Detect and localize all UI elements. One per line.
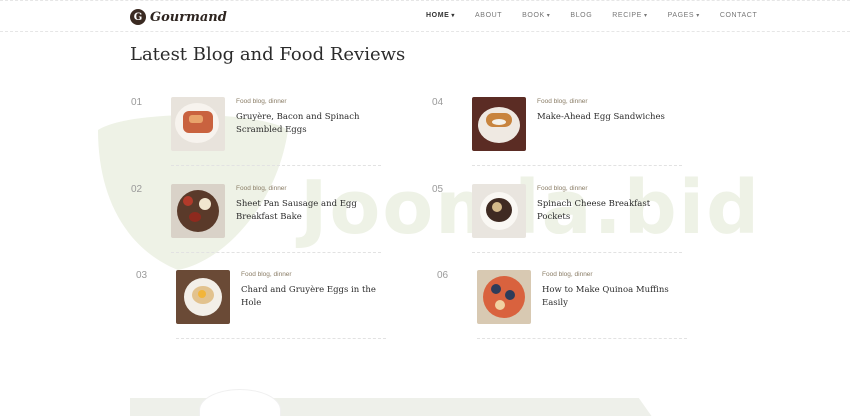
post-title[interactable]: Gruyère, Bacon and Spinach Scrambled Egg… [236, 111, 381, 137]
divider [472, 165, 682, 166]
site-header: G Gourmand HOME ▾ ABOUT BOOK ▾ BLOG RECIPE… [0, 0, 850, 32]
nav-label: BLOG [570, 12, 593, 19]
divider [472, 252, 682, 253]
divider [477, 338, 687, 339]
section-title: Latest Blog and Food Reviews [130, 44, 406, 65]
post-meta[interactable]: Food blog, dinner [537, 185, 588, 192]
chef-hat-illustration [200, 390, 280, 416]
post-meta[interactable]: Food blog, dinner [236, 98, 287, 105]
post-thumbnail[interactable] [477, 270, 531, 324]
nav-item-recipe[interactable]: RECIPE ▾ [612, 12, 647, 19]
post-thumbnail[interactable] [171, 184, 225, 238]
post-thumbnail[interactable] [472, 97, 526, 151]
blog-card: 01 Food blog, dinner Gruyère, Bacon and … [131, 97, 381, 173]
chevron-down-icon: ▾ [546, 13, 551, 19]
blog-card: 02 Food blog, dinner Sheet Pan Sausage a… [131, 184, 381, 260]
chef-hat-icon: G [130, 9, 146, 25]
post-meta[interactable]: Food blog, dinner [542, 271, 593, 278]
chevron-down-icon: ▾ [696, 13, 700, 19]
nav-label: CONTACT [719, 12, 758, 19]
divider [171, 165, 381, 166]
post-title[interactable]: Sheet Pan Sausage and Egg Breakfast Bake [236, 198, 381, 224]
post-thumbnail[interactable] [171, 97, 225, 151]
post-title[interactable]: Chard and Gruyère Eggs in the Hole [241, 284, 386, 310]
chevron-down-icon: ▾ [451, 13, 456, 19]
post-meta[interactable]: Food blog, dinner [241, 271, 292, 278]
nav-label: PAGES [667, 12, 695, 19]
nav-item-blog[interactable]: BLOG [570, 12, 592, 19]
post-meta[interactable]: Food blog, dinner [537, 98, 588, 105]
nav-item-home[interactable]: HOME ▾ [426, 12, 455, 19]
blog-card: 03 Food blog, dinner Chard and Gruyère E… [136, 270, 386, 346]
chevron-down-icon: ▾ [643, 13, 648, 19]
nav-item-book[interactable]: BOOK ▾ [522, 12, 550, 19]
brand-name: Gourmand [150, 9, 227, 25]
divider [176, 338, 386, 339]
blog-card: 05 Food blog, dinner Spinach Cheese Brea… [432, 184, 682, 260]
post-title[interactable]: Make-Ahead Egg Sandwiches [537, 111, 682, 124]
post-thumbnail[interactable] [176, 270, 230, 324]
brand-logo[interactable]: G Gourmand [130, 9, 227, 25]
nav-item-pages[interactable]: PAGES ▾ [668, 12, 700, 19]
nav-label: BOOK [522, 12, 545, 19]
nav-item-contact[interactable]: CONTACT [720, 12, 758, 19]
post-number: 01 [131, 97, 143, 108]
post-number: 03 [136, 270, 148, 281]
nav-item-about[interactable]: ABOUT [475, 12, 502, 19]
blog-card: 06 Food blog, dinner How to Make Quinoa … [437, 270, 687, 346]
post-number: 06 [437, 270, 449, 281]
post-title[interactable]: Spinach Cheese Breakfast Pockets [537, 198, 682, 224]
main-nav: HOME ▾ ABOUT BOOK ▾ BLOG RECIPE ▾ PAGES ▾ CO… [426, 12, 777, 19]
post-meta[interactable]: Food blog, dinner [236, 185, 287, 192]
post-thumbnail[interactable] [472, 184, 526, 238]
nav-label: ABOUT [475, 12, 503, 19]
nav-label: RECIPE [612, 12, 642, 19]
post-number: 05 [432, 184, 444, 195]
blog-card: 04 Food blog, dinner Make-Ahead Egg Sand… [432, 97, 682, 173]
post-number: 02 [131, 184, 143, 195]
nav-label: HOME [426, 12, 450, 19]
divider [171, 252, 381, 253]
post-title[interactable]: How to Make Quinoa Muffins Easily [542, 284, 687, 310]
post-number: 04 [432, 97, 444, 108]
